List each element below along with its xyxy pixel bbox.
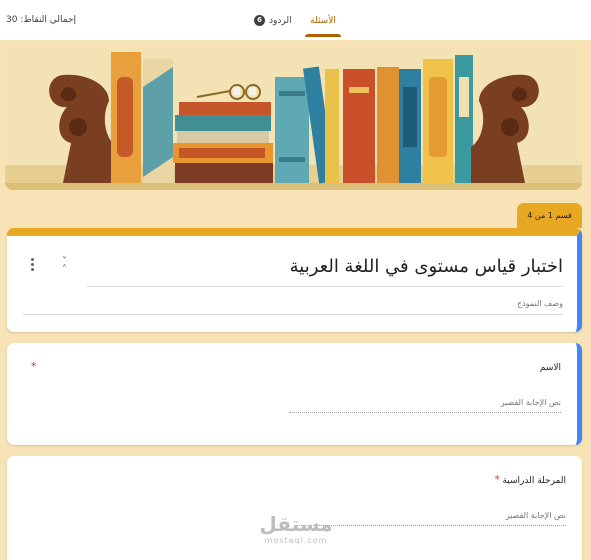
short-answer-field[interactable]: نص الإجابة القصير xyxy=(294,511,566,526)
form-title[interactable]: اختبار قياس مستوى في اللغة العربية xyxy=(290,256,563,277)
question-label: الاسم xyxy=(539,363,561,373)
responses-count-badge: 6 xyxy=(254,15,265,26)
short-answer-field[interactable]: نص الإجابة القصير xyxy=(289,398,561,413)
tab-responses-label: الردود xyxy=(269,15,292,26)
watermark-arabic: مستقل xyxy=(259,512,333,536)
form-description[interactable]: وصف النموذج xyxy=(517,299,563,308)
required-asterisk: * xyxy=(31,360,37,373)
description-divider xyxy=(23,314,563,315)
tab-responses[interactable]: الردود 6 xyxy=(254,15,292,26)
tab-questions-label: الأسئلة xyxy=(310,16,336,26)
header-banner-image xyxy=(5,47,582,190)
collapse-icon[interactable]: ˅ ˄ xyxy=(62,257,67,275)
required-asterisk: * xyxy=(494,473,501,486)
watermark-logo: مستقل mostaql.com xyxy=(258,512,334,545)
more-vert-icon[interactable] xyxy=(29,258,35,274)
question-card-name[interactable]: الاسم * نص الإجابة القصير xyxy=(7,343,582,445)
top-bar: إجمالي النقاط: 30 الردود 6 الأسئلة xyxy=(0,0,591,40)
total-points: إجمالي النقاط: 30 xyxy=(6,15,77,25)
active-tab-indicator xyxy=(305,34,341,37)
section-indicator: قسم 1 من 4 xyxy=(517,203,582,228)
question-label: المرحلة الدراسية xyxy=(502,476,566,486)
watermark-latin: mostaql.com xyxy=(264,536,328,545)
title-divider xyxy=(87,286,563,287)
form-title-card[interactable]: ˅ ˄ اختبار قياس مستوى في اللغة العربية وص… xyxy=(7,228,582,332)
tab-questions[interactable]: الأسئلة xyxy=(305,0,341,40)
